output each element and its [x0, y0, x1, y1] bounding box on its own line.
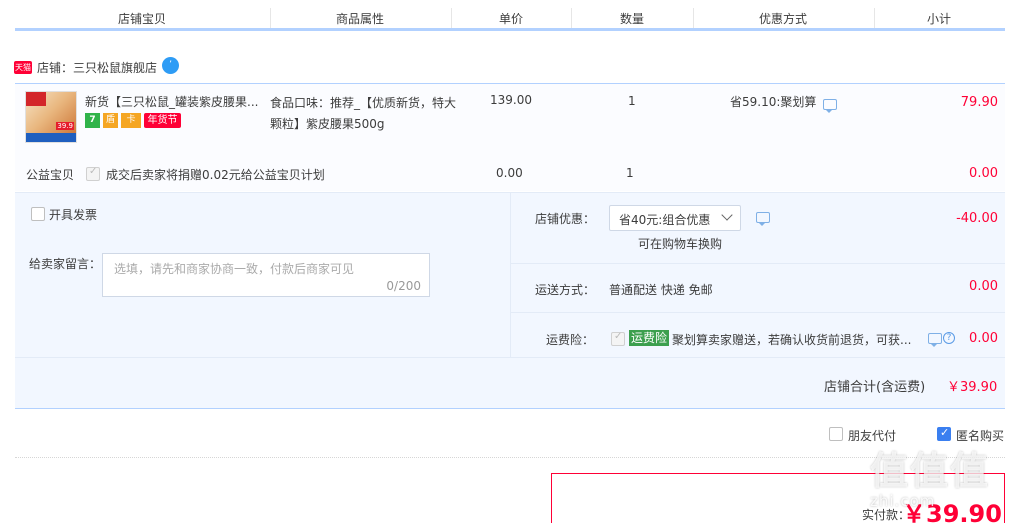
- col-separator: [571, 8, 572, 30]
- charity-qty: 1: [626, 166, 634, 180]
- col-separator: [874, 8, 875, 30]
- friend-pay-checkbox[interactable]: [829, 427, 843, 441]
- insurance-label: 运费险：: [546, 333, 595, 347]
- col-header-qty: 数量: [620, 12, 645, 26]
- footer-divider: [15, 457, 1005, 458]
- seller-message-input[interactable]: 选填，请先和商家协商一致，付款后商家可见 0/200: [102, 253, 430, 297]
- product-title-link[interactable]: 新货【三只松鼠_罐装紫皮腰果...: [85, 93, 265, 110]
- thumbnail-banner: [26, 133, 76, 142]
- options-divider: [510, 192, 511, 357]
- insurance-comment-icon[interactable]: [928, 333, 942, 347]
- watermark-site: zhi.com: [870, 492, 936, 510]
- store-total-label: 店铺合计(含运费): [824, 380, 926, 395]
- message-label: 给卖家留言：: [29, 257, 102, 271]
- col-header-subtotal: 小计: [927, 12, 952, 26]
- store-discount-select[interactable]: 省40元:组合优惠: [609, 205, 741, 231]
- message-char-counter: 0/200: [386, 279, 421, 293]
- store-name-link[interactable]: 店铺：三只松鼠旗舰店: [37, 59, 157, 76]
- store-total-value: ￥39.90: [947, 380, 998, 395]
- watermark-logo: 值值值: [870, 449, 991, 493]
- insurance-tag: 运费险: [629, 330, 670, 346]
- discount-comment-icon[interactable]: [756, 212, 770, 226]
- col-separator: [693, 8, 694, 30]
- promo-comment-icon[interactable]: [823, 99, 837, 113]
- insurance-text: 聚划算卖家赠送，若确认收货前退货，可获...: [672, 333, 912, 347]
- shipping-label: 运送方式：: [535, 283, 596, 297]
- seven-day-return-icon[interactable]: 7: [85, 113, 100, 128]
- invoice-label[interactable]: 开具发票: [49, 206, 97, 223]
- total-divider: [15, 357, 1005, 358]
- row-divider: [511, 312, 1005, 313]
- quantity: 1: [628, 94, 636, 108]
- thumbnail-price-tag: 39.9: [56, 122, 74, 130]
- col-header-item: 店铺宝贝: [118, 12, 167, 26]
- promotion-text: 省59.10:聚划算: [730, 95, 817, 109]
- header-underline: [15, 28, 1005, 31]
- col-separator: [451, 8, 452, 30]
- charity-text: 成交后卖家将捐赠0.02元给公益宝贝计划: [106, 168, 325, 182]
- item-subtotal: 79.90: [960, 95, 998, 110]
- col-header-price: 单价: [499, 12, 524, 26]
- store-discount-label: 店铺优惠：: [535, 212, 596, 226]
- invoice-checkbox[interactable]: [31, 207, 45, 221]
- new-year-festival-badge[interactable]: 年货节: [144, 113, 181, 128]
- product-attributes: 食品口味：推荐_【优质新货，特大颗粒】紫皮腰果500g: [270, 96, 457, 131]
- service-icons: 7 盾 卡 年货节: [85, 113, 181, 128]
- chevron-down-icon: [721, 209, 733, 221]
- row-divider: [511, 263, 1005, 264]
- guarantee-shield-icon[interactable]: 盾: [103, 113, 118, 128]
- product-thumbnail[interactable]: 39.9: [25, 91, 77, 143]
- store-discount-amount: -40.00: [956, 211, 998, 226]
- store-discount-note: 可在购物车换购: [638, 237, 723, 251]
- charity-price: 0.00: [496, 166, 523, 180]
- col-separator: [270, 8, 271, 30]
- insurance-amount: 0.00: [969, 331, 998, 346]
- wangwang-chat-icon[interactable]: ʼ: [162, 57, 179, 74]
- tmall-badge: 天猫: [14, 61, 32, 74]
- col-header-attr: 商品属性: [336, 12, 385, 26]
- anonymous-checkbox[interactable]: [937, 426, 951, 441]
- charity-checkbox: [86, 166, 100, 181]
- charity-subtotal: 0.00: [969, 166, 998, 181]
- credit-card-icon[interactable]: 卡: [121, 113, 141, 128]
- thumbnail-brand-mark: [26, 92, 46, 106]
- insurance-checkbox: [611, 331, 625, 346]
- unit-price: 139.00: [490, 93, 532, 107]
- message-placeholder: 选填，请先和商家协商一致，付款后商家可见: [114, 262, 355, 276]
- shipping-value: 普通配送 快递 免邮: [609, 283, 713, 297]
- store-discount-value: 省40元:组合优惠: [619, 213, 711, 227]
- charity-label: 公益宝贝: [26, 168, 75, 182]
- col-header-promo: 优惠方式: [759, 12, 808, 26]
- shipping-amount: 0.00: [969, 279, 998, 294]
